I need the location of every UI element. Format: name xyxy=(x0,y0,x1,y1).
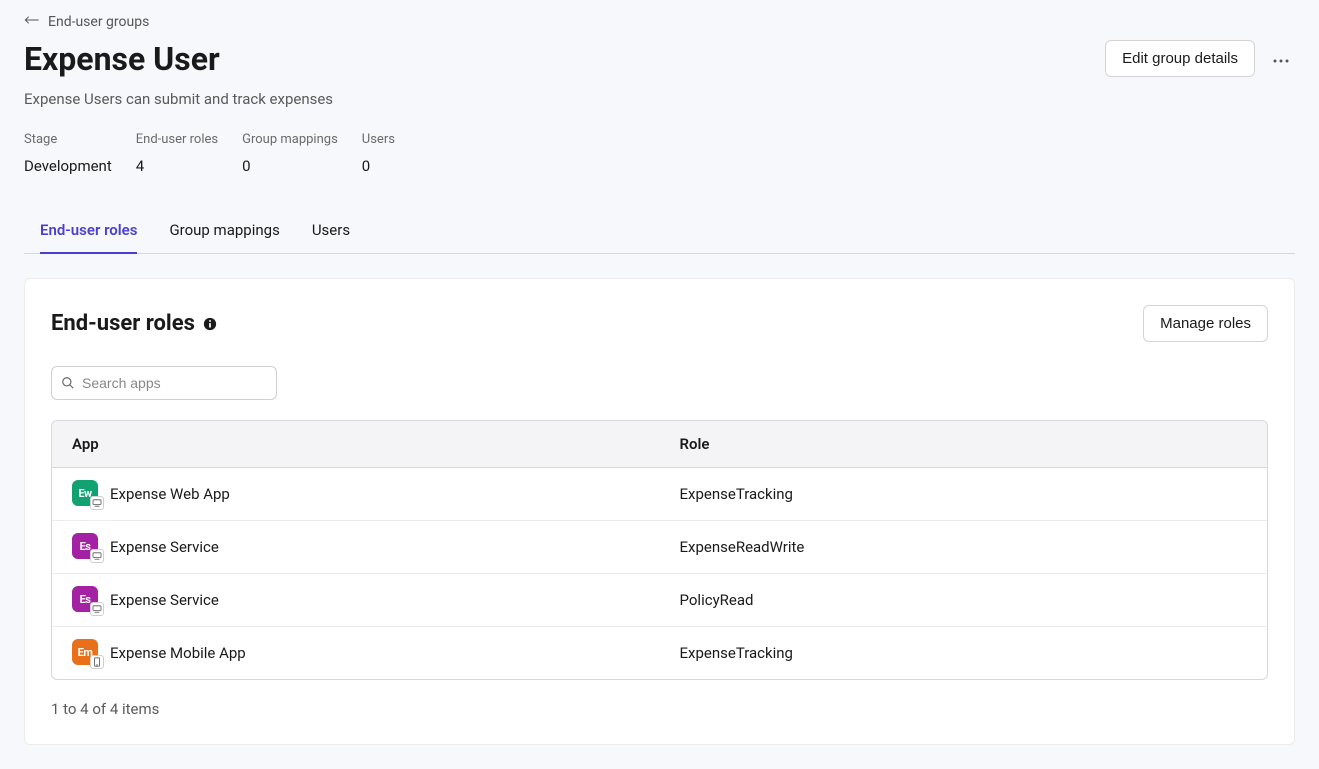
table-header-row: App Role xyxy=(52,421,1267,468)
tab-end-user-roles[interactable]: End-user roles xyxy=(40,211,137,253)
mobile-icon xyxy=(90,655,104,669)
desktop-icon xyxy=(90,549,104,563)
roles-table: App Role EwExpense Web AppExpenseTrackin… xyxy=(51,420,1268,680)
arrow-left-icon xyxy=(24,14,40,30)
tabs: End-user roles Group mappings Users xyxy=(24,211,1295,254)
more-actions-button[interactable] xyxy=(1267,45,1295,73)
stat-label: Stage xyxy=(24,132,112,147)
stat-label: End-user roles xyxy=(136,132,218,147)
role-name: ExpenseTracking xyxy=(660,473,1268,515)
page-subtitle: Expense Users can submit and track expen… xyxy=(24,90,1295,108)
stat-label: Group mappings xyxy=(242,132,338,147)
info-icon[interactable] xyxy=(203,317,217,331)
app-name: Expense Service xyxy=(110,538,219,556)
breadcrumb-back[interactable]: End-user groups xyxy=(24,14,1295,30)
stat-label: Users xyxy=(362,132,395,147)
ellipsis-icon xyxy=(1273,51,1289,67)
role-name: PolicyRead xyxy=(660,579,1268,621)
column-header-app: App xyxy=(52,421,660,467)
tab-group-mappings[interactable]: Group mappings xyxy=(169,211,279,253)
desktop-icon xyxy=(90,496,104,510)
stat-value: Development xyxy=(24,157,112,175)
page-title: Expense User xyxy=(24,40,220,78)
table-row[interactable]: EsExpense ServiceExpenseReadWrite xyxy=(52,521,1267,574)
table-row[interactable]: EwExpense Web AppExpenseTracking xyxy=(52,468,1267,521)
manage-roles-button[interactable]: Manage roles xyxy=(1143,305,1268,342)
search-apps-input[interactable] xyxy=(51,366,277,400)
pagination-summary: 1 to 4 of 4 items xyxy=(51,700,1268,718)
edit-group-details-button[interactable]: Edit group details xyxy=(1105,40,1255,77)
tab-users[interactable]: Users xyxy=(312,211,350,253)
stat-value: 0 xyxy=(242,157,338,175)
panel-title: End-user roles xyxy=(51,311,195,336)
breadcrumb-label: End-user groups xyxy=(48,14,149,30)
role-name: ExpenseReadWrite xyxy=(660,526,1268,568)
stat-value: 4 xyxy=(136,157,218,175)
app-name: Expense Mobile App xyxy=(110,644,246,662)
column-header-role: Role xyxy=(660,421,1268,467)
table-row[interactable]: EsExpense ServicePolicyRead xyxy=(52,574,1267,627)
desktop-icon xyxy=(90,602,104,616)
table-row[interactable]: EmExpense Mobile AppExpenseTracking xyxy=(52,627,1267,679)
app-name: Expense Web App xyxy=(110,485,230,503)
app-name: Expense Service xyxy=(110,591,219,609)
stats-row: Stage Development End-user roles 4 Group map… xyxy=(24,132,1295,175)
roles-panel: End-user roles Manage roles App Role EwE… xyxy=(24,278,1295,745)
role-name: ExpenseTracking xyxy=(660,632,1268,674)
stat-value: 0 xyxy=(362,157,395,175)
